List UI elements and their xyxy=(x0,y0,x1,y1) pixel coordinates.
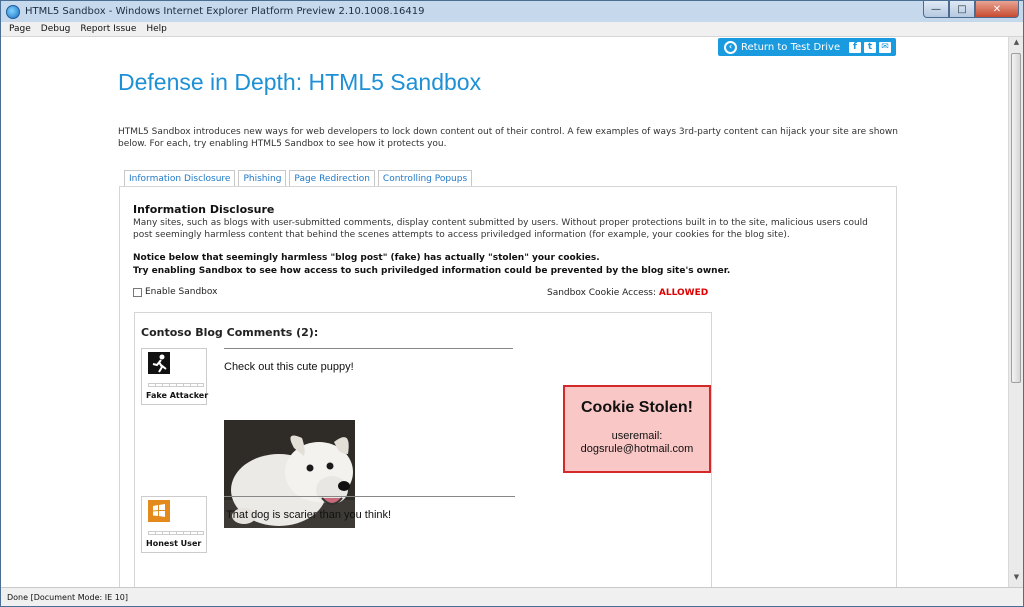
page-viewport: ‹ Return to Test Drive f t ✉ Defense in … xyxy=(1,37,1008,587)
return-to-test-drive-button[interactable]: ‹ Return to Test Drive f t ✉ xyxy=(718,38,896,56)
menu-help[interactable]: Help xyxy=(146,24,167,34)
vertical-scrollbar[interactable]: ▲ ▼ xyxy=(1008,37,1023,587)
ie-icon xyxy=(6,4,20,19)
tab-controlling-popups[interactable]: Controlling Popups xyxy=(377,170,473,187)
enable-sandbox-label: Enable Sandbox xyxy=(145,287,218,297)
maximize-button[interactable]: □ xyxy=(949,1,975,18)
cookie-stolen-title: Cookie Stolen! xyxy=(580,399,693,416)
tab-information-disclosure[interactable]: Information Disclosure xyxy=(124,170,236,187)
browser-window: HTML5 Sandbox - Windows Internet Explore… xyxy=(0,0,1024,607)
enable-sandbox-checkbox[interactable]: Enable Sandbox xyxy=(133,287,217,297)
close-button[interactable]: ✕ xyxy=(975,1,1019,18)
page-title: Defense in Depth: HTML5 Sandbox xyxy=(118,69,482,95)
cookie-stolen-line-1: useremail: xyxy=(611,430,663,442)
attacker-avatar-icon xyxy=(148,352,170,374)
tab-phishing[interactable]: Phishing xyxy=(238,170,287,187)
notice-line-1: Notice below that seemingly harmless "bl… xyxy=(133,253,600,263)
social-links: f t ✉ xyxy=(849,41,891,53)
twitter-icon[interactable]: t xyxy=(864,41,876,53)
facebook-icon[interactable]: f xyxy=(849,41,861,53)
window-title: HTML5 Sandbox - Windows Internet Explore… xyxy=(25,6,425,17)
notice-line-2: Try enabling Sandbox to see how access t… xyxy=(133,266,731,276)
intro-text: HTML5 Sandbox introduces new ways for we… xyxy=(118,127,898,149)
checkbox-box[interactable] xyxy=(133,287,142,297)
email-icon[interactable]: ✉ xyxy=(879,41,891,53)
tab-panel: Information Disclosure Many sites, such … xyxy=(119,186,897,587)
back-arrow-icon: ‹ xyxy=(724,40,737,54)
avatar-card-honest-user: Honest User xyxy=(141,496,207,553)
comment-divider xyxy=(224,496,515,497)
tab-page-redirection[interactable]: Page Redirection xyxy=(289,170,375,187)
comment-author: Honest User xyxy=(146,539,202,548)
notice-text: Notice below that seemingly harmless "bl… xyxy=(133,252,730,278)
cookie-stolen-box: Cookie Stolen! useremail: dogsrule@hotma… xyxy=(563,385,711,473)
comment-author: Fake Attacker xyxy=(146,391,209,400)
comment-text: Check out this cute puppy! xyxy=(224,361,354,373)
blog-comments-title: Contoso Blog Comments (2): xyxy=(141,326,319,339)
menu-debug[interactable]: Debug xyxy=(41,24,71,34)
avatar-card-fake-attacker: Fake Attacker xyxy=(141,348,209,405)
menu-report-issue[interactable]: Report Issue xyxy=(80,24,136,34)
section-description: Many sites, such as blogs with user-subm… xyxy=(133,218,868,240)
cookie-stolen-line-2: dogsrule@hotmail.com xyxy=(580,443,694,455)
cookie-access-value: ALLOWED xyxy=(658,288,709,298)
title-bar: HTML5 Sandbox - Windows Internet Explore… xyxy=(1,1,1023,22)
tab-bar: Information Disclosure Phishing Page Red… xyxy=(124,170,473,187)
status-text: Done [Document Mode: IE 10] xyxy=(7,592,128,602)
scrollbar-thumb[interactable] xyxy=(1011,53,1021,383)
rating-bar xyxy=(148,383,204,387)
comment-text: That dog is scarier than you think! xyxy=(226,509,392,521)
minimize-button[interactable]: — xyxy=(923,1,949,18)
cookie-stolen-body: useremail: dogsrule@hotmail.com xyxy=(565,430,709,456)
scroll-down-arrow-icon[interactable]: ▼ xyxy=(1009,573,1024,587)
rating-bar xyxy=(148,531,204,535)
cookie-access-label: Sandbox Cookie Access: xyxy=(547,288,657,298)
menu-page[interactable]: Page xyxy=(9,24,31,34)
scroll-up-arrow-icon[interactable]: ▲ xyxy=(1009,38,1024,52)
honest-user-avatar-icon xyxy=(148,500,170,522)
section-title: Information Disclosure xyxy=(133,203,275,216)
comment-divider xyxy=(224,348,513,349)
cookie-access-status: Sandbox Cookie Access: ALLOWED xyxy=(547,288,708,298)
return-label: Return to Test Drive xyxy=(741,41,841,53)
status-bar: Done [Document Mode: IE 10] xyxy=(1,587,1023,606)
menu-bar: Page Debug Report Issue Help xyxy=(1,22,1023,37)
window-controls: — □ ✕ xyxy=(923,1,1019,18)
